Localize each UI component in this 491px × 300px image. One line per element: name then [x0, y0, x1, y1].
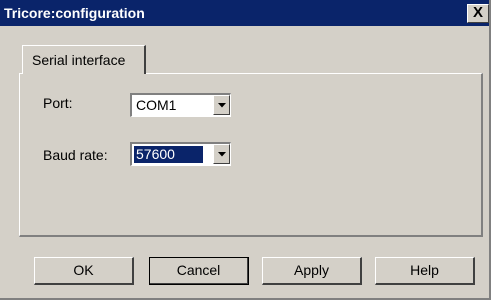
baud-rate-value: 57600 [134, 146, 203, 163]
port-label: Port: [43, 95, 73, 111]
configuration-dialog: Tricore:configuration X Serial interface… [0, 0, 491, 300]
chevron-down-icon [218, 152, 226, 157]
port-select[interactable]: COM1 [130, 93, 231, 117]
baud-rate-select[interactable]: 57600 [130, 142, 231, 166]
title-bar[interactable]: Tricore:configuration X [0, 0, 489, 26]
baud-rate-dropdown-button[interactable] [213, 144, 230, 164]
window-title: Tricore:configuration [4, 5, 145, 21]
chevron-down-icon [218, 103, 226, 108]
tab-serial-interface[interactable]: Serial interface [22, 45, 146, 74]
ok-button[interactable]: OK [34, 257, 134, 285]
apply-button[interactable]: Apply [262, 257, 362, 285]
close-button[interactable]: X [467, 4, 489, 23]
help-button[interactable]: Help [375, 257, 475, 285]
tab-label: Serial interface [32, 52, 126, 68]
cancel-button[interactable]: Cancel [149, 257, 249, 285]
close-icon: X [472, 4, 483, 21]
port-value: COM1 [136, 97, 177, 113]
port-dropdown-button[interactable] [213, 95, 230, 115]
baud-rate-label: Baud rate: [43, 147, 108, 163]
